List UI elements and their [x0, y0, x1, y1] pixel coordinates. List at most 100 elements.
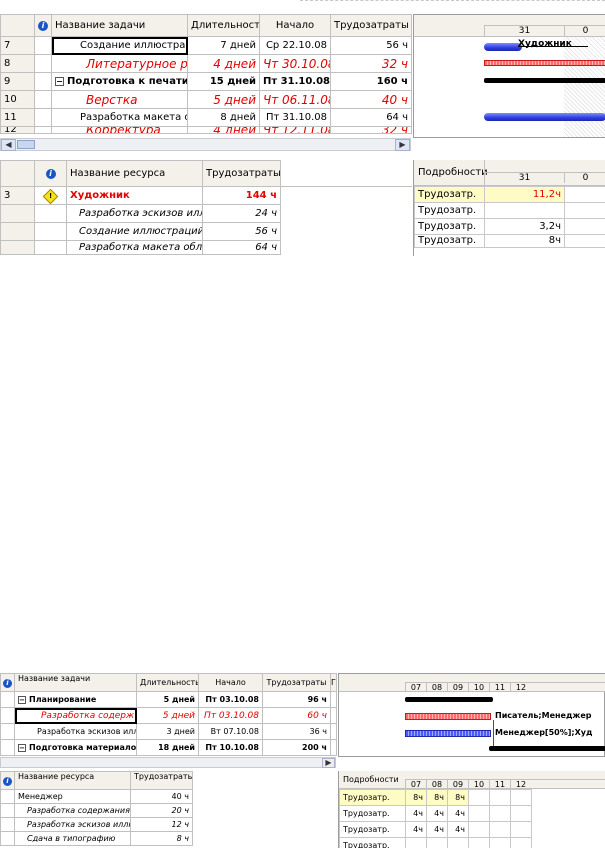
table-row[interactable]: 10 Верстка 5 дней Чт 06.11.08 40 ч: [0, 90, 412, 109]
work-cell[interactable]: 200 ч: [262, 739, 331, 756]
work-cell[interactable]: 36 ч: [262, 723, 331, 740]
work-cell[interactable]: 8 ч: [130, 831, 193, 846]
work-cell[interactable]: 64 ч: [330, 108, 412, 127]
details-value-cell[interactable]: [468, 805, 490, 822]
table-row[interactable]: Разработка содержания 20 ч: [0, 803, 337, 818]
details-value-cell[interactable]: 4ч: [426, 821, 448, 838]
details-value-cell[interactable]: 4ч: [447, 821, 469, 838]
table-row[interactable]: 9 − Подготовка к печати 15 дней Пт 31.10.…: [0, 72, 412, 91]
details-value-cell[interactable]: 11,2ч: [484, 186, 565, 203]
details-value-cell[interactable]: 8ч: [484, 234, 565, 248]
details-value-cell[interactable]: [510, 821, 532, 838]
table-row[interactable]: Разработка эскизов иллк 12 ч: [0, 817, 337, 832]
work-cell[interactable]: 40 ч: [130, 789, 193, 804]
info-column-header[interactable]: i: [0, 673, 15, 692]
work-cell[interactable]: 40 ч: [330, 90, 412, 109]
work-cell[interactable]: 12 ч: [130, 817, 193, 832]
details-value-cell[interactable]: [468, 837, 490, 848]
details-value-cell[interactable]: 8ч: [426, 789, 448, 806]
details-value-cell[interactable]: 8ч: [447, 789, 469, 806]
duration-cell[interactable]: 8 дней: [187, 108, 260, 127]
table-row[interactable]: 12 Корректура 4 дней Чт 12.11.08 32 ч: [0, 126, 412, 134]
scroll-left-icon[interactable]: ◀: [1, 139, 16, 151]
start-cell[interactable]: Чт 30.10.08: [259, 54, 331, 73]
assignment-name-cell[interactable]: Сдача в типографию: [14, 831, 131, 846]
work-cell[interactable]: 60 ч: [262, 707, 331, 724]
assignment-name-cell[interactable]: Разработка макета обло: [66, 240, 203, 255]
details-value-cell[interactable]: [510, 789, 532, 806]
task-name-cell[interactable]: − Подготовка материалов: [14, 739, 137, 756]
collapse-icon[interactable]: −: [18, 695, 26, 704]
duration-cell[interactable]: 3 дней: [136, 723, 199, 740]
table-row[interactable]: Менеджер 40 ч: [0, 789, 337, 804]
table-row[interactable]: 11 Разработка макета о( 8 дней Пт 31.10.…: [0, 108, 412, 127]
start-cell[interactable]: Пт 31.10.08: [259, 108, 331, 127]
details-value-cell[interactable]: [564, 234, 605, 248]
details-value-cell[interactable]: 8ч: [405, 789, 427, 806]
details-value-cell[interactable]: 4ч: [447, 805, 469, 822]
column-header-work[interactable]: Трудозатраты: [262, 673, 331, 692]
task-bar[interactable]: [484, 43, 522, 51]
details-value-cell[interactable]: [405, 837, 427, 848]
work-cell[interactable]: 32 ч: [330, 126, 412, 134]
start-cell[interactable]: Чт 06.11.08: [259, 90, 331, 109]
column-header-duration[interactable]: Длительность: [187, 14, 260, 37]
bottom-gantt-chart[interactable]: 07 08 09 10 11 12 Писатель;Менеджер Мене…: [338, 673, 605, 757]
table-row[interactable]: 8 Литературное ре 4 дней Чт 30.10.08 32 …: [0, 54, 412, 73]
work-cell[interactable]: 56 ч: [202, 222, 281, 241]
start-cell[interactable]: Пт 10.10.08: [198, 739, 263, 756]
details-value-cell[interactable]: [468, 789, 490, 806]
resource-name-cell[interactable]: Менеджер: [14, 789, 131, 804]
scroll-right-icon[interactable]: ▶: [395, 139, 410, 151]
table-row[interactable]: Разработка эскизов иллк 24 ч: [0, 204, 412, 223]
work-cell[interactable]: 56 ч: [330, 36, 412, 55]
table-row[interactable]: Разработка макета обло 64 ч: [0, 240, 412, 255]
task-name-cell[interactable]: − Планирование: [14, 691, 137, 708]
column-header-start[interactable]: Начало: [259, 14, 331, 37]
duration-cell[interactable]: 4 дней: [187, 126, 260, 134]
table-row[interactable]: Разработка содерж 5 дней Пт 03.10.08 60 …: [0, 707, 337, 724]
task-name-cell[interactable]: Разработка эскизов илл: [14, 723, 137, 740]
horizontal-scrollbar[interactable]: ▶: [0, 757, 336, 768]
info-column-header[interactable]: i: [34, 14, 52, 37]
task-bar[interactable]: [484, 113, 605, 121]
table-row[interactable]: − Подготовка материалов 18 дней Пт 10.10.…: [0, 739, 337, 756]
start-cell[interactable]: Пт 03.10.08: [198, 691, 263, 708]
table-row[interactable]: 7 Создание иллюстрац 7 дней Ср 22.10.08 …: [0, 36, 412, 55]
details-value-cell[interactable]: [447, 837, 469, 848]
start-cell[interactable]: Пт 03.10.08: [198, 707, 263, 724]
details-value-cell[interactable]: [489, 821, 511, 838]
details-value-cell[interactable]: 4ч: [405, 805, 427, 822]
work-cell[interactable]: 96 ч: [262, 691, 331, 708]
summary-bar[interactable]: [489, 746, 605, 751]
assignment-name-cell[interactable]: Создание иллюстраций: [66, 222, 203, 241]
summary-bar[interactable]: [405, 697, 493, 702]
table-row[interactable]: Разработка эскизов илл 3 дней Вт 07.10.0…: [0, 723, 337, 740]
scroll-right-icon[interactable]: ▶: [322, 758, 335, 768]
duration-cell[interactable]: 15 дней: [187, 72, 260, 91]
task-name-cell[interactable]: Создание иллюстрац: [51, 36, 188, 55]
start-cell[interactable]: Вт 07.10.08: [198, 723, 263, 740]
column-header-resource-name[interactable]: Название ресурса: [66, 160, 203, 187]
duration-cell[interactable]: 5 дней: [136, 691, 199, 708]
task-name-cell[interactable]: Литературное ре: [51, 54, 188, 73]
task-name-cell[interactable]: Корректура: [51, 126, 188, 134]
table-row[interactable]: Сдача в типографию 8 ч: [0, 831, 337, 846]
details-value-cell[interactable]: [489, 789, 511, 806]
column-header-task-name[interactable]: Название задачи: [51, 14, 188, 37]
work-cell[interactable]: 20 ч: [130, 803, 193, 818]
column-header-start[interactable]: Начало: [198, 673, 263, 692]
details-value-cell[interactable]: [510, 837, 532, 848]
assignment-name-cell[interactable]: Разработка эскизов иллк: [66, 204, 203, 223]
duration-cell[interactable]: 18 дней: [136, 739, 199, 756]
work-cell[interactable]: 64 ч: [202, 240, 281, 255]
column-header-resource-name[interactable]: Название ресурса: [14, 771, 131, 790]
details-value-cell[interactable]: [484, 202, 565, 219]
details-value-cell[interactable]: [489, 805, 511, 822]
summary-bar[interactable]: [484, 78, 605, 83]
collapse-icon[interactable]: −: [18, 743, 26, 752]
details-value-cell[interactable]: [564, 202, 605, 219]
work-cell[interactable]: 160 ч: [330, 72, 412, 91]
top-gantt-chart[interactable]: 31 0 Художник: [413, 14, 605, 138]
scroll-thumb[interactable]: [17, 140, 35, 149]
